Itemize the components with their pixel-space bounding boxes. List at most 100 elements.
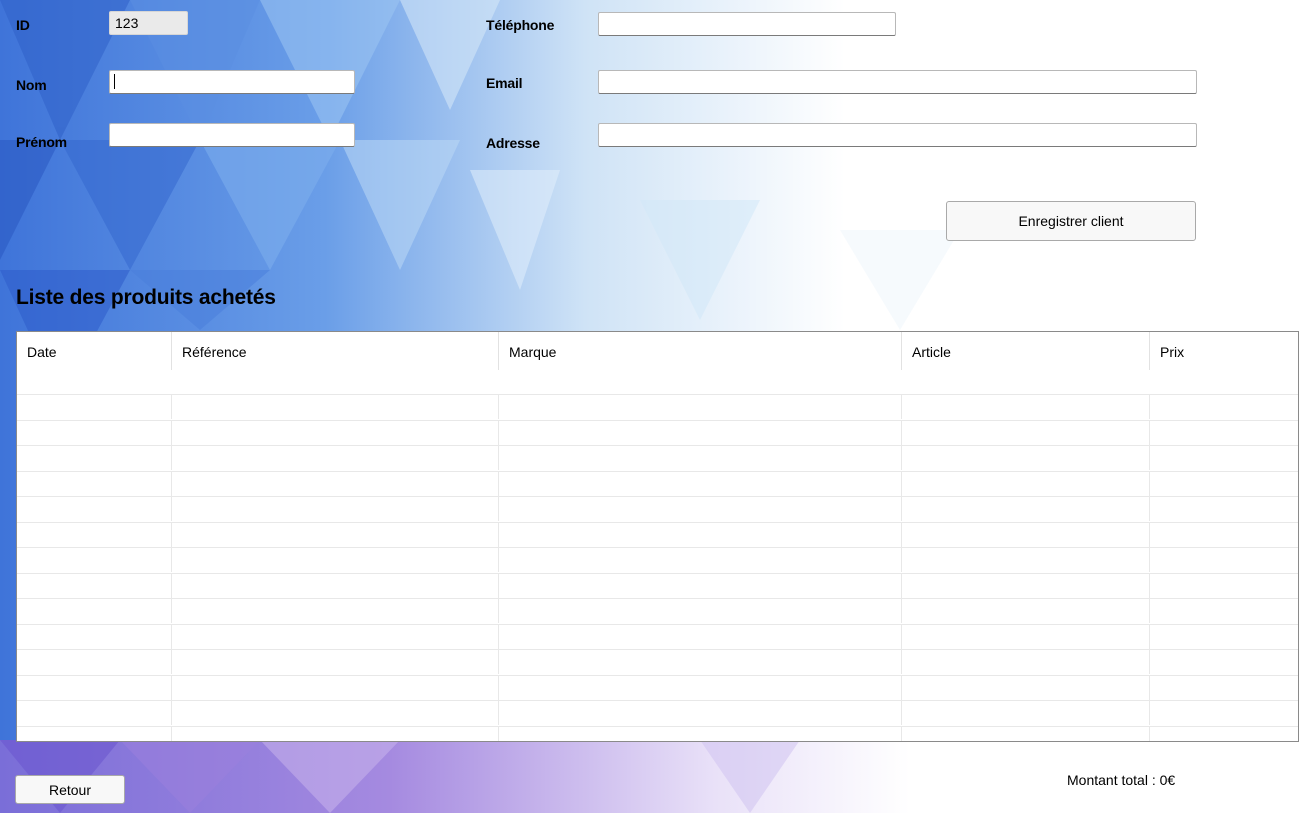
table-cell[interactable]: [902, 701, 1150, 725]
table-cell[interactable]: [499, 675, 902, 700]
table-cell[interactable]: [1150, 472, 1298, 496]
table-cell[interactable]: [17, 497, 172, 521]
nom-field[interactable]: [109, 70, 355, 94]
table-cell[interactable]: [17, 573, 172, 598]
table-cell[interactable]: [172, 548, 499, 572]
table-cell[interactable]: [902, 675, 1150, 700]
table-cell[interactable]: [499, 573, 902, 598]
table-cell[interactable]: [172, 522, 499, 547]
column-header-date[interactable]: Date: [17, 332, 172, 370]
telephone-field[interactable]: [598, 12, 896, 36]
save-client-button[interactable]: Enregistrer client: [946, 201, 1196, 241]
table-cell[interactable]: [902, 650, 1150, 674]
table-cell[interactable]: [172, 726, 499, 741]
column-header-prix[interactable]: Prix: [1150, 332, 1298, 370]
table-cell[interactable]: [1150, 650, 1298, 674]
column-header-marque[interactable]: Marque: [499, 332, 902, 370]
table-row[interactable]: [17, 445, 1298, 470]
table-cell[interactable]: [499, 701, 902, 725]
table-cell[interactable]: [1150, 727, 1298, 742]
email-field[interactable]: [598, 70, 1197, 94]
table-cell[interactable]: [499, 624, 902, 649]
table-cell[interactable]: [902, 599, 1150, 623]
table-cell[interactable]: [172, 624, 499, 649]
table-row[interactable]: [17, 547, 1298, 572]
table-cell[interactable]: [499, 726, 902, 741]
column-header-article[interactable]: Article: [902, 332, 1150, 370]
table-cell[interactable]: [902, 548, 1150, 572]
table-cell[interactable]: [17, 395, 172, 419]
table-row[interactable]: [17, 623, 1298, 649]
table-row[interactable]: [17, 496, 1298, 521]
table-cell[interactable]: [1150, 446, 1298, 470]
table-cell[interactable]: [499, 548, 902, 572]
table-cell[interactable]: [902, 573, 1150, 598]
table-cell[interactable]: [902, 446, 1150, 470]
table-cell[interactable]: [902, 395, 1150, 419]
table-cell[interactable]: [499, 522, 902, 547]
table-cell[interactable]: [1150, 574, 1298, 598]
table-cell[interactable]: [17, 675, 172, 700]
table-cell[interactable]: [1150, 548, 1298, 572]
table-cell[interactable]: [17, 471, 172, 496]
table-row[interactable]: [17, 419, 1298, 445]
table-cell[interactable]: [172, 650, 499, 674]
table-cell[interactable]: [172, 497, 499, 521]
table-cell[interactable]: [1150, 599, 1298, 623]
table-cell[interactable]: [172, 599, 499, 623]
table-row[interactable]: [17, 470, 1298, 496]
table-cell[interactable]: [1150, 395, 1298, 419]
table-cell[interactable]: [17, 624, 172, 649]
table-cell[interactable]: [1150, 523, 1298, 547]
table-cell[interactable]: [499, 471, 902, 496]
table-cell[interactable]: [17, 701, 172, 725]
table-cell[interactable]: [499, 497, 902, 521]
table-row[interactable]: [17, 394, 1298, 419]
table-cell[interactable]: [499, 650, 902, 674]
adresse-label: Adresse: [486, 135, 540, 151]
table-cell[interactable]: [902, 420, 1150, 445]
table-row[interactable]: [17, 572, 1298, 598]
table-cell[interactable]: [1150, 701, 1298, 725]
table-cell[interactable]: [499, 395, 902, 419]
table-cell[interactable]: [902, 497, 1150, 521]
table-cell[interactable]: [17, 420, 172, 445]
table-row[interactable]: [17, 674, 1298, 700]
table-row[interactable]: [17, 725, 1298, 742]
table-cell[interactable]: [17, 446, 172, 470]
table-row[interactable]: [17, 521, 1298, 547]
table-cell[interactable]: [17, 650, 172, 674]
back-button[interactable]: Retour: [15, 775, 125, 804]
table-cell[interactable]: [172, 395, 499, 419]
id-label: ID: [16, 17, 30, 33]
table-cell[interactable]: [17, 726, 172, 741]
table-cell[interactable]: [902, 726, 1150, 741]
column-header-reference[interactable]: Référence: [172, 332, 499, 370]
table-cell[interactable]: [902, 471, 1150, 496]
table-row[interactable]: [17, 700, 1298, 725]
table-cell[interactable]: [499, 446, 902, 470]
table-cell[interactable]: [902, 522, 1150, 547]
table-cell[interactable]: [1150, 625, 1298, 649]
table-cell[interactable]: [172, 471, 499, 496]
table-cell[interactable]: [499, 420, 902, 445]
table-cell[interactable]: [172, 675, 499, 700]
table-cell[interactable]: [172, 446, 499, 470]
table-row[interactable]: [17, 598, 1298, 623]
table-cell[interactable]: [902, 624, 1150, 649]
table-cell[interactable]: [172, 573, 499, 598]
table-cell[interactable]: [17, 522, 172, 547]
table-cell[interactable]: [499, 599, 902, 623]
id-field: [109, 11, 188, 35]
adresse-field[interactable]: [598, 123, 1197, 147]
table-cell[interactable]: [17, 599, 172, 623]
table-row[interactable]: [17, 649, 1298, 674]
products-table[interactable]: Date Référence Marque Article Prix: [16, 331, 1299, 742]
prenom-field[interactable]: [109, 123, 355, 147]
table-cell[interactable]: [172, 420, 499, 445]
table-cell[interactable]: [1150, 676, 1298, 700]
table-cell[interactable]: [1150, 421, 1298, 445]
table-cell[interactable]: [17, 548, 172, 572]
table-cell[interactable]: [172, 701, 499, 725]
table-cell[interactable]: [1150, 497, 1298, 521]
